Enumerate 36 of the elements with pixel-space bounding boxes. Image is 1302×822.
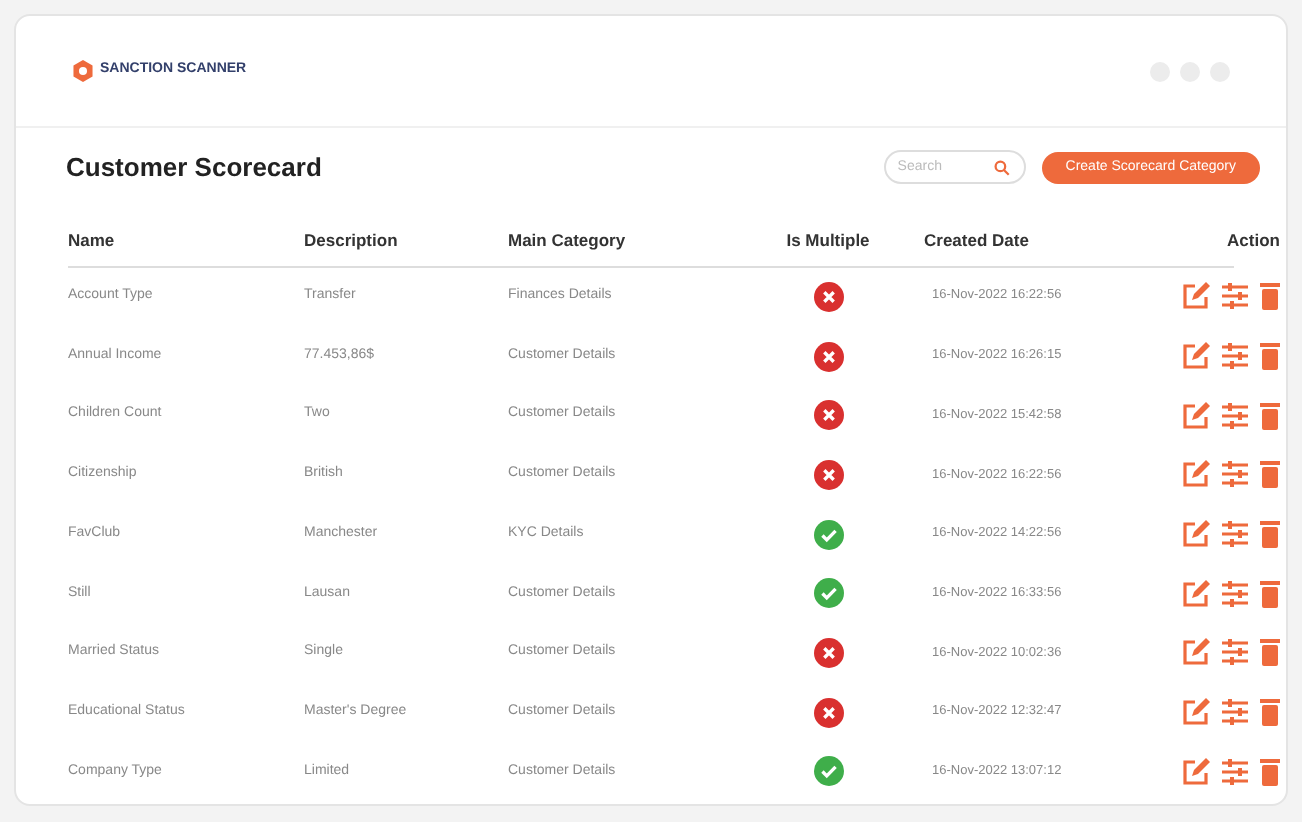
- column-header: Action: [1225, 227, 1280, 253]
- trash-icon[interactable]: [1260, 282, 1280, 311]
- column-header: Is Multiple: [784, 227, 872, 253]
- edit-icon[interactable]: [1182, 401, 1210, 430]
- column-header: Description: [304, 227, 400, 253]
- logo-icon: [72, 60, 94, 82]
- edit-icon[interactable]: [1182, 342, 1210, 371]
- trash-icon[interactable]: [1260, 579, 1280, 608]
- column-header: Created Date: [924, 227, 1031, 253]
- sliders-icon[interactable]: [1222, 520, 1248, 549]
- sliders-icon[interactable]: [1222, 401, 1248, 430]
- page-title: Customer Scorecard: [66, 150, 322, 186]
- edit-icon[interactable]: [1182, 520, 1210, 549]
- sliders-icon[interactable]: [1222, 579, 1248, 608]
- edit-icon[interactable]: [1182, 698, 1210, 727]
- column-header: Main Category: [508, 227, 628, 253]
- edit-icon[interactable]: [1182, 282, 1210, 311]
- trash-icon[interactable]: [1260, 757, 1280, 786]
- edit-icon[interactable]: [1182, 460, 1210, 489]
- trash-icon[interactable]: [1260, 460, 1280, 489]
- trash-icon[interactable]: [1260, 401, 1280, 430]
- sliders-icon[interactable]: [1222, 698, 1248, 727]
- edit-icon[interactable]: [1182, 757, 1210, 786]
- sliders-icon[interactable]: [1222, 282, 1248, 311]
- sliders-icon[interactable]: [1222, 638, 1248, 667]
- trash-icon[interactable]: [1260, 698, 1280, 727]
- column-header: Name: [68, 227, 117, 253]
- sliders-icon[interactable]: [1222, 757, 1248, 786]
- trash-icon[interactable]: [1260, 520, 1280, 549]
- edit-icon[interactable]: [1182, 579, 1210, 608]
- trash-icon[interactable]: [1260, 342, 1280, 371]
- sliders-icon[interactable]: [1222, 460, 1248, 489]
- edit-icon[interactable]: [1182, 638, 1210, 667]
- trash-icon[interactable]: [1260, 638, 1280, 667]
- search-icon: [993, 159, 1010, 176]
- sliders-icon[interactable]: [1222, 342, 1248, 371]
